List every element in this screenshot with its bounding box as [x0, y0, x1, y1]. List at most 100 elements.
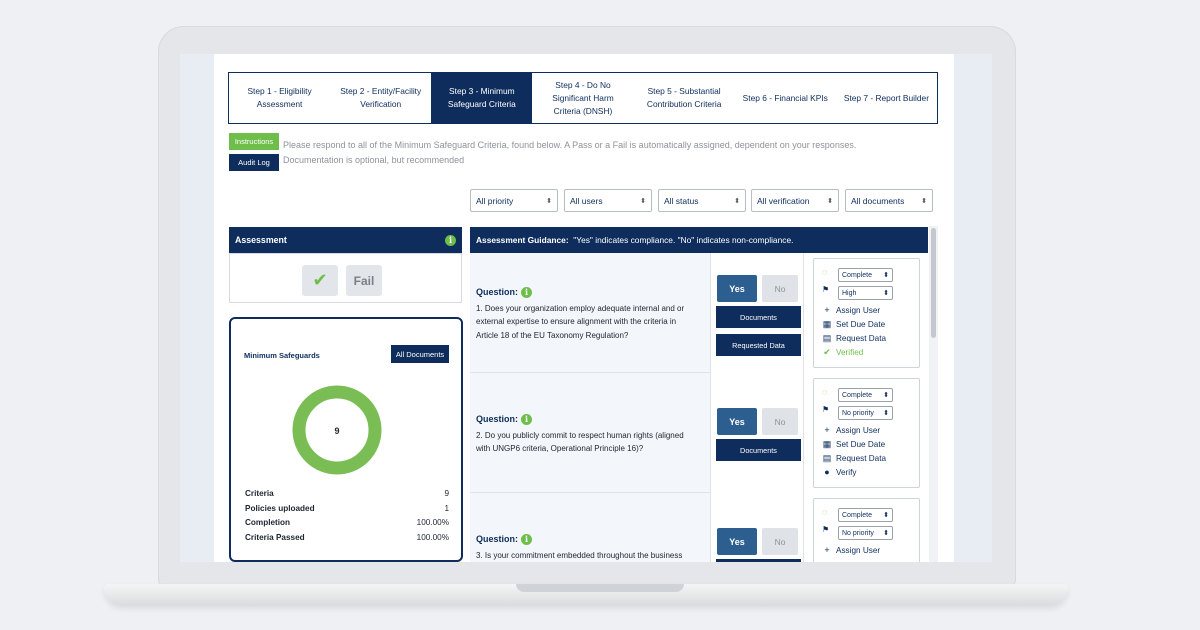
documents-button[interactable]: Documents — [716, 306, 801, 328]
assessment-header: Assessment i — [229, 227, 462, 253]
status-select[interactable]: Complete ⬍ — [838, 388, 893, 402]
documents-button[interactable]: Documents — [716, 439, 801, 461]
actions-box: ◌ Complete ⬍ ⚑ No priority ⬍ + Assign User — [813, 498, 920, 562]
check-circle-icon: ✔ — [823, 347, 831, 357]
assign-user-action[interactable]: + Assign User — [822, 305, 880, 315]
assessment-title: Assessment — [235, 235, 287, 245]
status-select[interactable]: Complete ⬍ — [838, 268, 893, 282]
priority-select[interactable]: No priority ⬍ — [838, 526, 893, 540]
info-icon[interactable]: i — [521, 534, 532, 546]
actions-column: ◌ Complete ⬍ ⚑ No priority ⬍ + Assign User … — [804, 373, 928, 493]
yes-button[interactable]: Yes — [717, 275, 757, 302]
set-due-date-action[interactable]: ▦ Set Due Date — [822, 319, 885, 330]
stat-criteria: Criteria 9 — [245, 489, 449, 498]
status-icon: ◌ — [822, 507, 828, 517]
scrollbar[interactable] — [929, 226, 938, 562]
select-arrows-icon: ⬍ — [827, 197, 833, 205]
actions-box: ◌ Complete ⬍ ⚑ No priority ⬍ + Assign User … — [813, 378, 920, 488]
priority-filter[interactable]: All priority ⬍ — [470, 189, 558, 212]
answer-column: Yes No Documents Requested Data — [711, 253, 803, 373]
app-page: Step 1 - Eligibility Assessment Step 2 - … — [214, 54, 954, 562]
documents-button[interactable] — [716, 559, 801, 562]
status-icon: ◌ — [822, 267, 828, 277]
plus-icon: + — [824, 545, 830, 555]
actions-box: ◌ Complete ⬍ ⚑ High ⬍ + Assign User ▦ Set Du… — [813, 258, 920, 368]
question-text: Question: i 3. Is your commitment embedde… — [476, 534, 683, 560]
question-row-3: Question: i 3. Is your commitment embedde… — [470, 493, 928, 562]
requested-data-button[interactable]: Requested Data — [716, 334, 801, 356]
documents-filter[interactable]: All documents ⬍ — [845, 189, 933, 212]
step-navigation: Step 1 - Eligibility Assessment Step 2 - … — [228, 72, 938, 124]
audit-log-button[interactable]: Audit Log — [229, 154, 279, 171]
priority-icon: ⚑ — [822, 285, 830, 294]
info-icon[interactable]: i — [445, 234, 456, 246]
status-select[interactable]: Complete ⬍ — [838, 508, 893, 522]
calendar-icon: ▦ — [822, 319, 832, 329]
laptop-screen: Step 1 - Eligibility Assessment Step 2 - … — [180, 54, 992, 562]
select-arrows-icon: ⬍ — [734, 197, 740, 205]
no-button[interactable]: No — [762, 528, 798, 555]
question-text: Question: i 2. Do you publicly commit to … — [476, 414, 684, 453]
priority-icon: ⚑ — [822, 405, 830, 414]
calendar-icon: ▦ — [822, 439, 832, 449]
step-6-tab[interactable]: Step 6 - Financial KPIs — [735, 73, 836, 123]
instructions-button[interactable]: Instructions — [229, 133, 279, 150]
answer-column: Yes No — [711, 493, 803, 562]
document-icon: ▤ — [822, 333, 832, 343]
priority-icon: ⚑ — [822, 525, 830, 534]
all-documents-button[interactable]: All Documents — [391, 345, 449, 363]
summary-card: Minimum Safeguards All Documents 9 Crite… — [229, 317, 463, 562]
guidance-header: Assessment Guidance: "Yes" indicates com… — [470, 227, 928, 253]
users-filter[interactable]: All users ⬍ — [564, 189, 652, 212]
assign-user-action[interactable]: + Assign User — [822, 425, 880, 435]
no-button[interactable]: No — [762, 408, 798, 435]
donut-value: 9 — [334, 426, 339, 436]
fail-badge: Fail — [346, 265, 382, 296]
status-icon: ◌ — [822, 387, 828, 397]
priority-select[interactable]: High ⬍ — [838, 286, 893, 300]
step-5-tab[interactable]: Step 5 - Substantial Contribution Criteri… — [634, 73, 735, 123]
yes-button[interactable]: Yes — [717, 408, 757, 435]
priority-select[interactable]: No priority ⬍ — [838, 406, 893, 420]
request-data-action[interactable]: ▤ Request Data — [822, 453, 886, 464]
step-2-tab[interactable]: Step 2 - Entity/Facility Verification — [330, 73, 431, 123]
step-7-tab[interactable]: Step 7 - Report Builder — [836, 73, 937, 123]
plus-icon: + — [824, 425, 830, 435]
assign-user-action[interactable]: + Assign User — [822, 545, 880, 555]
request-data-action[interactable]: ▤ Request Data — [822, 333, 886, 344]
summary-title: Minimum Safeguards — [244, 351, 320, 360]
plus-icon: + — [824, 305, 830, 315]
step-3-tab[interactable]: Step 3 - Minimum Safeguard Criteria — [431, 73, 533, 123]
set-due-date-action[interactable]: ▦ Set Due Date — [822, 439, 885, 450]
status-filter[interactable]: All status ⬍ — [658, 189, 746, 212]
answer-column: Yes No Documents — [711, 373, 803, 493]
instructions-note: Please respond to all of the Minimum Saf… — [283, 140, 857, 165]
stat-completion: Completion 100.00% — [245, 518, 449, 527]
yes-button[interactable]: Yes — [717, 528, 757, 555]
question-row-2: Question: i 2. Do you publicly commit to … — [470, 373, 928, 493]
actions-column: ◌ Complete ⬍ ⚑ High ⬍ + Assign User ▦ Set Du… — [804, 253, 928, 373]
laptop-notch — [516, 584, 684, 592]
stat-policies: Policies uploaded 1 — [245, 504, 449, 513]
verify-action[interactable]: ● Verify — [822, 467, 856, 477]
select-arrows-icon: ⬍ — [640, 197, 646, 205]
actions-column: ◌ Complete ⬍ ⚑ No priority ⬍ + Assign User — [804, 493, 928, 562]
completion-donut: 9 — [292, 385, 382, 475]
question-row-1: Question: i 1. Does your organization emp… — [470, 253, 928, 373]
document-icon: ▤ — [822, 453, 832, 463]
step-1-tab[interactable]: Step 1 - Eligibility Assessment — [229, 73, 330, 123]
circle-icon: ● — [824, 467, 830, 477]
assessment-result: ✔ Fail — [229, 253, 462, 303]
step-4-tab[interactable]: Step 4 - Do No Significant Harm Criteria (… — [532, 73, 633, 123]
verified-status[interactable]: ✔ Verified — [822, 347, 863, 358]
check-icon: ✔ — [302, 265, 338, 296]
verification-filter[interactable]: All verification ⬍ — [751, 189, 839, 212]
no-button[interactable]: No — [762, 275, 798, 302]
select-arrows-icon: ⬍ — [921, 197, 927, 205]
select-arrows-icon: ⬍ — [546, 197, 552, 205]
stat-criteria-passed: Criteria Passed 100.00% — [245, 533, 449, 542]
info-icon[interactable]: i — [521, 414, 532, 426]
question-text: Question: i 1. Does your organization emp… — [476, 287, 685, 340]
info-icon[interactable]: i — [521, 287, 532, 299]
scrollbar-thumb[interactable] — [931, 228, 936, 338]
